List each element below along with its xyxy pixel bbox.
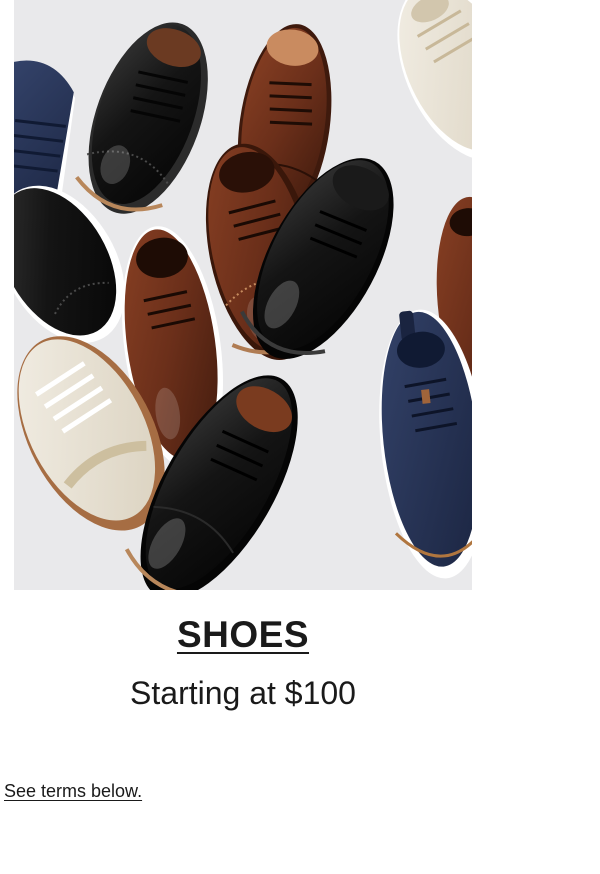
shoes-promo-image[interactable] [14, 0, 472, 590]
shoes-illustration [14, 0, 472, 590]
see-terms-link[interactable]: See terms below. [4, 779, 142, 803]
promo-subtitle: Starting at $100 [130, 675, 356, 711]
promo-title[interactable]: SHOES [14, 612, 472, 658]
